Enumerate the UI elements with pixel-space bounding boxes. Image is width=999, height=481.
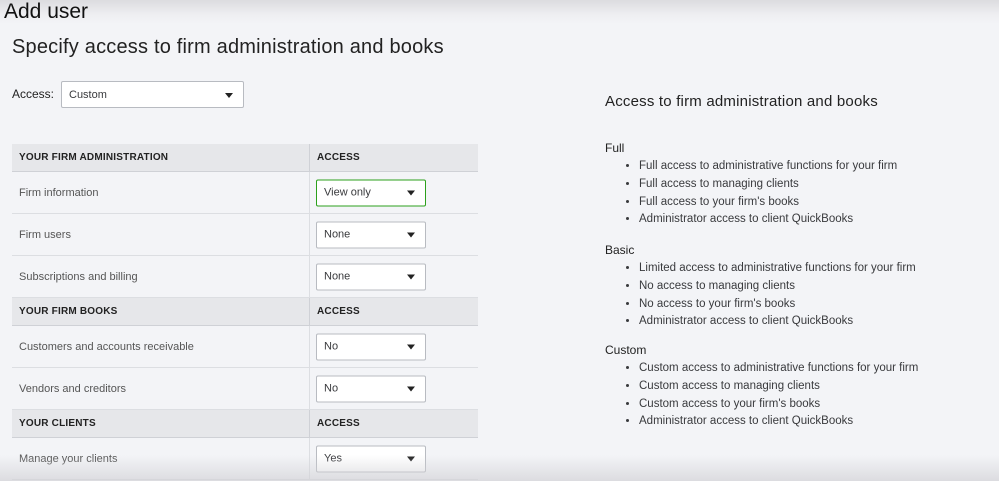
section-title: YOUR FIRM ADMINISTRATION (12, 144, 310, 172)
chevron-down-icon (407, 344, 415, 350)
dropdown-value: None (324, 228, 351, 241)
list-item: Custom access to your firm's books (639, 396, 995, 414)
section-title: YOUR CLIENTS (12, 409, 310, 438)
list-item: Full access to managing clients (639, 176, 995, 194)
access-dropdown[interactable]: Custom (61, 81, 244, 108)
chevron-down-icon (225, 92, 233, 98)
dropdown-value: Yes (324, 452, 342, 465)
info-list: Limited access to administrative functio… (605, 260, 995, 331)
firm-users-access-dropdown[interactable]: None (316, 221, 426, 248)
dropdown-value: No (324, 340, 339, 353)
dropdown-value: None (324, 270, 351, 283)
access-label: Access: (12, 87, 55, 101)
dropdown-value: View only (324, 186, 371, 199)
section-header-clients: YOUR CLIENTS ACCESS (12, 409, 478, 438)
section-header-firm-books: YOUR FIRM BOOKS ACCESS (12, 297, 478, 326)
customers-ar-access-dropdown[interactable]: No (316, 333, 426, 360)
list-item: Custom access to administrative function… (639, 360, 995, 378)
info-title: Access to firm administration and books (605, 93, 878, 110)
chevron-down-icon (407, 274, 415, 280)
info-group-title: Custom (605, 343, 647, 357)
list-item: No access to your firm's books (639, 296, 995, 314)
window-title-bar: Add user (0, 0, 999, 24)
info-group-custom: Custom Custom access to administrative f… (605, 342, 995, 431)
access-column-header: ACCESS (309, 297, 478, 326)
list-item: No access to managing clients (639, 278, 995, 296)
table-row: Customers and accounts receivable No (12, 325, 478, 368)
list-item: Full access to administrative functions … (639, 158, 995, 176)
info-group-full: Full Full access to administrative funct… (605, 140, 995, 229)
list-item: Limited access to administrative functio… (639, 260, 995, 278)
row-label-manage-clients: Manage your clients (12, 437, 310, 480)
access-column-header: ACCESS (309, 409, 478, 438)
chevron-down-icon (407, 190, 415, 196)
info-group-title: Full (605, 141, 625, 155)
list-item: Custom access to managing clients (639, 378, 995, 396)
permissions-table: YOUR FIRM ADMINISTRATION ACCESS Firm inf… (12, 144, 478, 480)
info-group-basic: Basic Limited access to administrative f… (605, 242, 995, 331)
vendors-creditors-access-dropdown[interactable]: No (316, 375, 426, 402)
list-item: Administrator access to client QuickBook… (639, 211, 995, 229)
section-header-firm-administration: YOUR FIRM ADMINISTRATION ACCESS (12, 144, 478, 172)
table-row: Firm users None (12, 213, 478, 256)
row-label-firm-information: Firm information (12, 171, 310, 214)
subscriptions-billing-access-dropdown[interactable]: None (316, 263, 426, 290)
list-item: Administrator access to client QuickBook… (639, 413, 995, 431)
list-item: Administrator access to client QuickBook… (639, 313, 995, 331)
row-label-subscriptions-and-billing: Subscriptions and billing (12, 255, 310, 298)
info-group-title: Basic (605, 243, 635, 257)
firm-information-access-dropdown[interactable]: View only (316, 179, 426, 206)
row-label-vendors-creditors: Vendors and creditors (12, 367, 310, 410)
access-column-header: ACCESS (309, 144, 478, 172)
section-title: YOUR FIRM BOOKS (12, 297, 310, 326)
dropdown-value: No (324, 382, 339, 395)
access-dropdown-value: Custom (69, 88, 107, 101)
table-row: Manage your clients Yes (12, 437, 478, 480)
row-label-firm-users: Firm users (12, 213, 310, 256)
table-row: Subscriptions and billing None (12, 255, 478, 298)
chevron-down-icon (407, 386, 415, 392)
info-list: Custom access to administrative function… (605, 360, 995, 431)
access-info-panel: Access to firm administration and books … (605, 92, 995, 427)
table-row: Vendors and creditors No (12, 367, 478, 410)
chevron-down-icon (407, 232, 415, 238)
row-label-customers-ar: Customers and accounts receivable (12, 325, 310, 368)
info-list: Full access to administrative functions … (605, 158, 995, 229)
table-row: Firm information View only (12, 171, 478, 214)
manage-clients-access-dropdown[interactable]: Yes (316, 445, 426, 472)
window-title: Add user (4, 0, 89, 23)
chevron-down-icon (407, 456, 415, 462)
page-title: Specify access to firm administration an… (12, 36, 444, 58)
list-item: Full access to your firm's books (639, 194, 995, 212)
